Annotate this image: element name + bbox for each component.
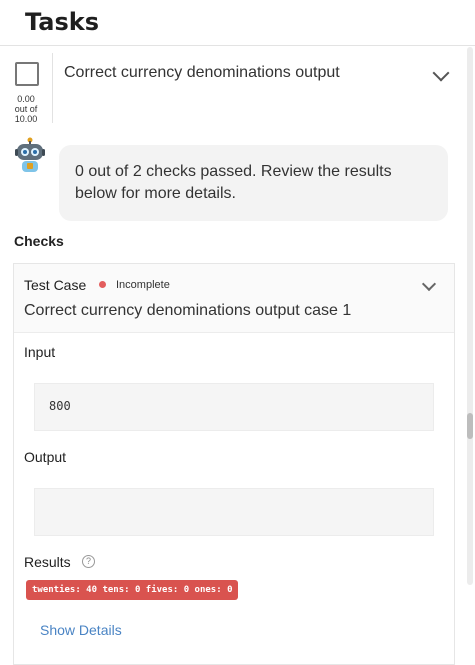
task-score: 0.00 out of 10.00 [14, 94, 38, 124]
test-case-card: Test Case Incomplete Correct currency de… [13, 263, 455, 665]
task-title: Correct currency denominations output [64, 64, 340, 81]
test-case-label: Test Case [24, 277, 87, 293]
task-checkbox[interactable] [15, 62, 39, 86]
scrollbar[interactable] [467, 47, 473, 585]
robot-icon [15, 137, 45, 172]
output-value [34, 488, 434, 536]
help-icon[interactable]: ? [82, 555, 95, 568]
input-value: 800 [34, 383, 434, 431]
checks-heading: Checks [14, 233, 64, 249]
task-row[interactable]: 0.00 out of 10.00 Correct currency denom… [0, 47, 465, 125]
header: Tasks [0, 0, 475, 46]
divider [52, 53, 53, 123]
result-badge: twenties: 40 tens: 0 fives: 0 ones: 0 [26, 580, 239, 600]
status-dot-icon [99, 281, 106, 288]
scrollbar-thumb[interactable] [467, 413, 473, 439]
input-label: Input [24, 344, 56, 360]
output-label: Output [24, 449, 67, 465]
page-title: Tasks [25, 8, 100, 36]
status-badge: Incomplete [116, 279, 170, 291]
summary-bubble: 0 out of 2 checks passed. Review the res… [59, 145, 448, 221]
chevron-down-icon[interactable] [432, 64, 450, 82]
show-details-link[interactable]: Show Details [40, 622, 122, 638]
test-case-header[interactable]: Test Case Incomplete Correct currency de… [14, 264, 454, 333]
results-label: Results [24, 554, 71, 570]
chevron-down-icon[interactable] [421, 276, 437, 292]
test-case-title: Correct currency denominations output ca… [24, 302, 352, 319]
